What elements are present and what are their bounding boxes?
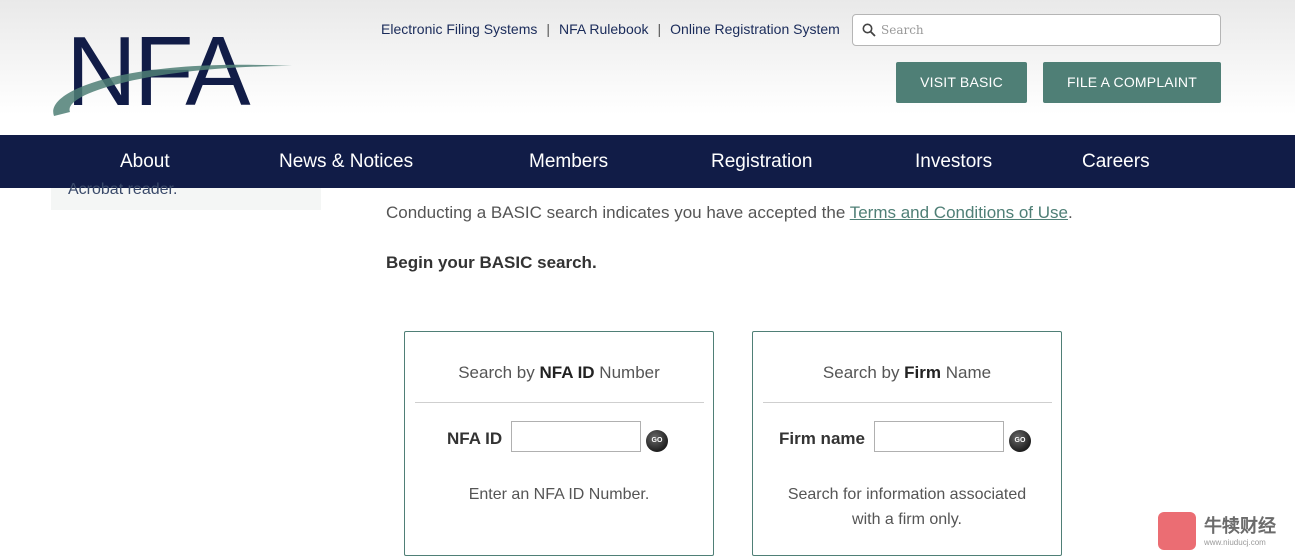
nfa-id-label: NFA ID (447, 429, 503, 448)
card-title-suffix: Name (941, 363, 992, 382)
link-nfa-rulebook[interactable]: NFA Rulebook (559, 21, 649, 37)
firm-name-search-card: Search by Firm Name Firm name GO Search … (752, 331, 1062, 556)
card-divider (415, 402, 704, 403)
terms-notice-prefix: Conducting a BASIC search indicates you … (386, 203, 850, 222)
nav-item-registration[interactable]: Registration (711, 135, 812, 188)
link-separator: | (546, 21, 551, 37)
nav-item-careers[interactable]: Careers (1082, 135, 1150, 188)
link-separator: | (657, 21, 662, 37)
sidebar-acrobat-text[interactable]: Acrobat reader. (68, 181, 177, 199)
link-online-registration[interactable]: Online Registration System (670, 21, 840, 37)
watermark-url: www.niuducj.com (1204, 538, 1266, 547)
nfa-id-search-card: Search by NFA ID Number NFA ID GO Enter … (404, 331, 714, 556)
bull-logo-icon (1158, 512, 1196, 550)
card-title-suffix: Number (594, 363, 660, 382)
firm-help-line-1: Search for information associated (787, 486, 1027, 503)
firm-name-go-button[interactable]: GO (1009, 430, 1031, 452)
nav-item-investors[interactable]: Investors (915, 135, 992, 188)
search-input[interactable] (881, 19, 1211, 41)
nfa-id-help-text: Enter an NFA ID Number. (468, 486, 650, 503)
card-title-prefix: Search by (458, 363, 540, 382)
card-title-bold: NFA ID (539, 363, 595, 382)
nfa-id-input[interactable] (511, 421, 641, 452)
card-title: Search by NFA ID Number (405, 363, 713, 383)
site-header: NFA Electronic Filing Systems | NFA Rulebo… (0, 0, 1295, 135)
card-title-prefix: Search by (822, 363, 905, 382)
file-complaint-button[interactable]: FILE A COMPLAINT (1043, 62, 1221, 103)
search-icon[interactable] (862, 23, 876, 37)
visit-basic-button[interactable]: VISIT BASIC (896, 62, 1027, 103)
terms-link[interactable]: Terms and Conditions of Use (850, 203, 1068, 222)
begin-search-heading: Begin your BASIC search. (386, 253, 597, 272)
utility-links: Electronic Filing Systems | NFA Rulebook | O… (381, 21, 840, 37)
watermark: 牛犊财经 www.niuducj.com (1158, 510, 1293, 554)
watermark-text: 牛犊财经 (1204, 516, 1276, 536)
main-nav: About News & Notices Members Registratio… (0, 135, 1295, 188)
link-electronic-filing[interactable]: Electronic Filing Systems (381, 21, 537, 37)
card-divider (763, 402, 1052, 403)
terms-notice-suffix: . (1067, 203, 1073, 222)
card-title: Search by Firm Name (753, 363, 1061, 383)
firm-name-label: Firm name (779, 429, 865, 448)
nfa-id-go-button[interactable]: GO (646, 430, 668, 452)
nav-item-members[interactable]: Members (529, 135, 608, 188)
firm-help-text: Search for information associated with a… (753, 482, 1061, 532)
firm-help-line-2: with a firm only. (852, 511, 962, 528)
search-box (852, 14, 1221, 46)
terms-notice: Conducting a BASIC search indicates you … (386, 203, 1073, 223)
firm-name-input[interactable] (874, 421, 1004, 452)
nfa-logo[interactable]: NFA (48, 20, 298, 132)
nav-item-news-notices[interactable]: News & Notices (279, 135, 413, 188)
card-title-bold: Firm (904, 363, 942, 382)
